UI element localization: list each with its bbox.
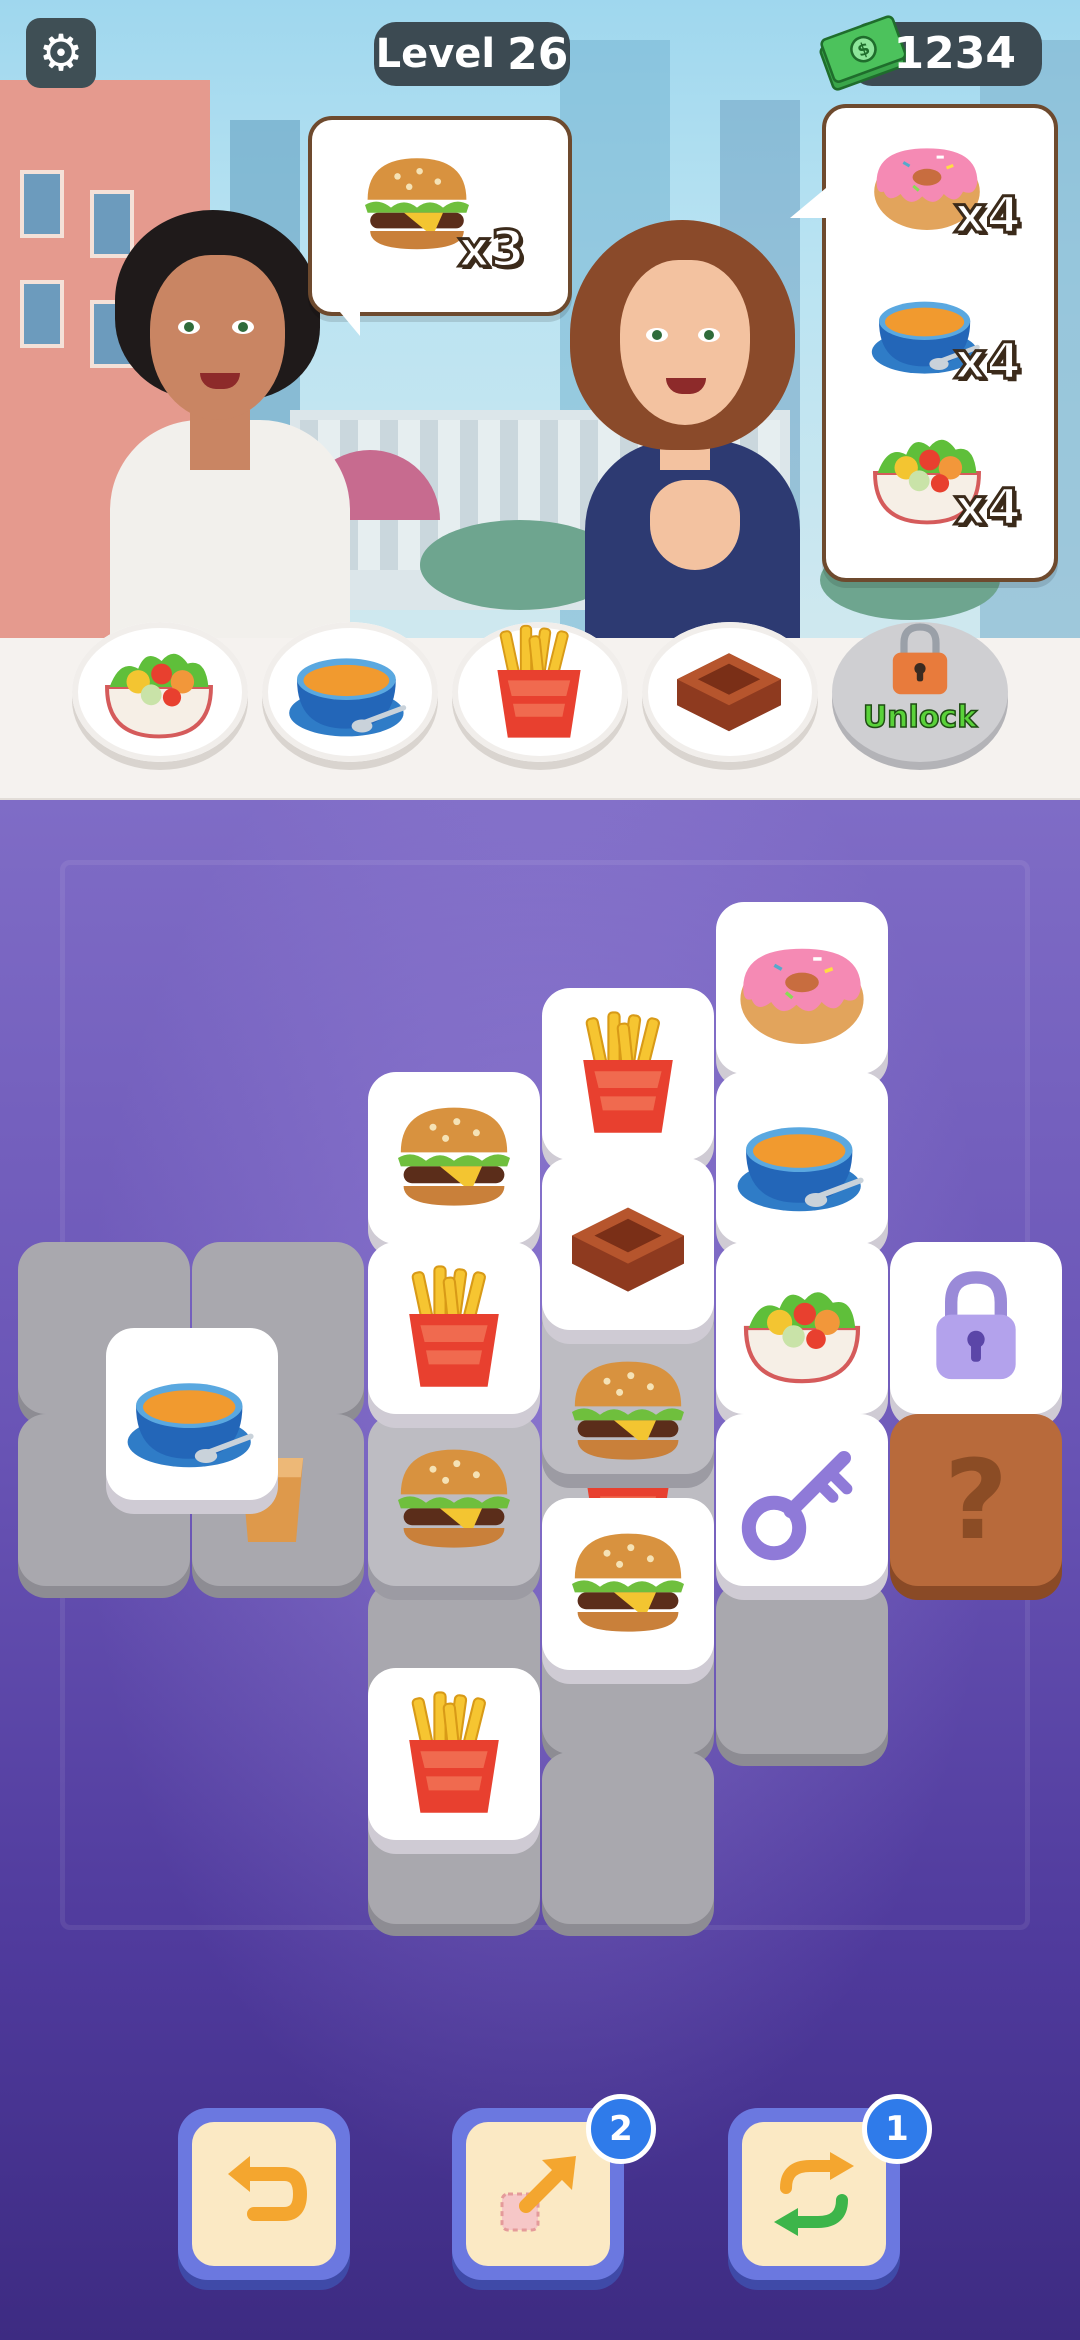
tile-fries[interactable] — [368, 1242, 540, 1414]
locked-plate-slot[interactable]: Unlock — [832, 622, 1008, 762]
soup-icon — [284, 622, 414, 752]
plate-slot[interactable] — [642, 622, 818, 762]
tile-chocolate[interactable] — [542, 1158, 714, 1330]
mystery-tile[interactable]: ? — [890, 1414, 1062, 1586]
cash-value: 1234 — [893, 28, 1016, 79]
tile-fries[interactable] — [542, 988, 714, 1160]
donut-icon — [732, 918, 872, 1058]
magic-count-badge: 2 — [586, 2094, 656, 2164]
order-count: x4 — [952, 331, 1022, 392]
fries-icon — [474, 618, 604, 748]
key-icon — [732, 1430, 872, 1570]
gear-icon: ⚙ — [38, 24, 84, 82]
tile-donut[interactable] — [716, 902, 888, 1074]
order-count: x3 — [456, 219, 526, 280]
fries-icon — [384, 1684, 524, 1824]
tile-lock[interactable] — [890, 1242, 1062, 1414]
board-slot — [542, 1752, 714, 1924]
padlock-icon — [880, 614, 960, 704]
plate-slot[interactable] — [72, 622, 248, 762]
undo-button[interactable] — [178, 2108, 350, 2280]
undo-arrow-icon — [214, 2144, 314, 2244]
plate-slot[interactable] — [452, 622, 628, 762]
level-label: Level — [375, 31, 496, 77]
tile-fruit-salad[interactable] — [716, 1242, 888, 1414]
level-number: 26 — [507, 28, 569, 80]
chocolate-icon — [558, 1174, 698, 1314]
burger-icon — [384, 1088, 524, 1228]
diagonal-arrow-icon — [488, 2144, 588, 2244]
tile-burger[interactable] — [368, 1072, 540, 1244]
shuffle-arrows-icon — [764, 2144, 864, 2244]
tile-fries[interactable] — [368, 1668, 540, 1840]
burger-icon — [558, 1342, 698, 1482]
settings-button[interactable]: ⚙ — [26, 18, 96, 88]
order-count: x4 — [952, 477, 1022, 538]
fries-icon — [384, 1258, 524, 1398]
question-mark-icon: ? — [944, 1436, 1008, 1564]
fruit-salad-icon — [732, 1258, 872, 1398]
board-slot — [716, 1582, 888, 1754]
tile-burger[interactable] — [542, 1498, 714, 1670]
soup-icon — [732, 1088, 872, 1228]
tile-soup[interactable] — [106, 1328, 278, 1500]
tile-soup[interactable] — [716, 1072, 888, 1244]
soup-icon — [122, 1344, 262, 1484]
burger-icon — [558, 1514, 698, 1654]
shuffle-count-badge: 1 — [862, 2094, 932, 2164]
tile-key[interactable] — [716, 1414, 888, 1586]
burger-icon — [384, 1430, 524, 1570]
order-bubble-right: x4 x4 x4 — [822, 104, 1058, 582]
lock-icon — [914, 1262, 1038, 1392]
fries-icon — [558, 1004, 698, 1144]
order-bubble-left: x3 — [308, 116, 572, 316]
chocolate-icon — [664, 622, 794, 752]
cash-counter[interactable]: 1234 — [850, 22, 1042, 86]
order-count: x4 — [952, 185, 1022, 246]
plate-slot[interactable] — [262, 622, 438, 762]
shuffle-button[interactable]: 1 — [728, 2094, 932, 2280]
blocked-tile — [368, 1414, 540, 1586]
fruit-salad-icon — [94, 622, 224, 752]
unlock-label: Unlock — [862, 699, 978, 736]
level-indicator: Level 26 — [374, 22, 570, 86]
magic-move-button[interactable]: 2 — [452, 2094, 656, 2280]
